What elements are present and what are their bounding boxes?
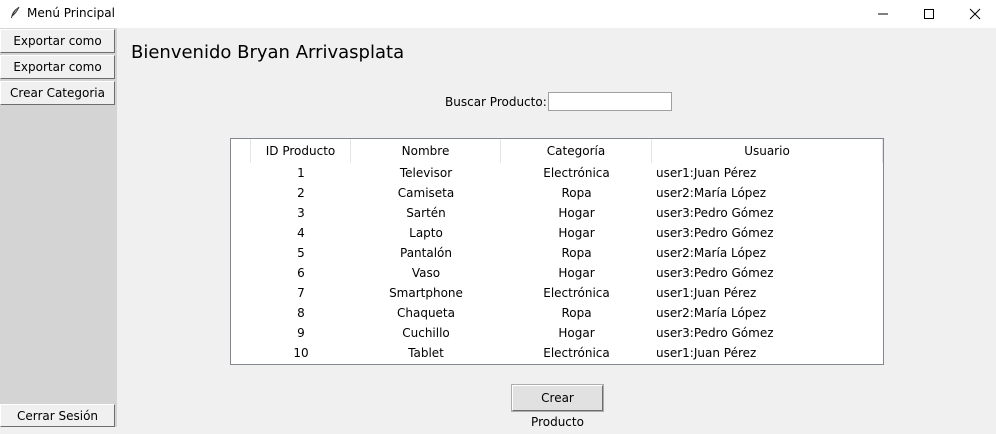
create-product-button[interactable]: Crear Producto [511, 384, 604, 429]
table-body: 1 Televisor Electrónica user1:Juan Pérez 2 Ca… [231, 163, 883, 363]
cell-user: user3:Pedro Gómez [656, 226, 774, 240]
cell-id: 1 [297, 166, 305, 180]
cell-name: Pantalón [400, 246, 452, 260]
window-title: Menú Principal [27, 6, 115, 20]
cell-id: 7 [297, 286, 305, 300]
cell-id: 8 [297, 306, 305, 320]
cell-id: 9 [297, 326, 305, 340]
cell-category: Ropa [561, 246, 592, 260]
cell-name: Sartén [406, 206, 446, 220]
maximize-icon [924, 9, 934, 19]
cell-user: user3:Pedro Gómez [656, 266, 774, 280]
column-header-name[interactable]: Nombre [351, 139, 501, 163]
cell-name: Televisor [399, 166, 453, 180]
cell-category: Electrónica [543, 166, 610, 180]
cell-user: user1:Juan Pérez [656, 346, 757, 360]
column-header-category[interactable]: Categoría [501, 139, 652, 163]
cell-user: user2:María López [656, 186, 767, 200]
cell-category: Hogar [558, 226, 595, 240]
cell-id: 4 [297, 226, 305, 240]
cell-user: user2:María López [656, 306, 767, 320]
cell-user: user1:Juan Pérez [656, 166, 757, 180]
cell-name: Cuchillo [402, 326, 450, 340]
table-row[interactable]: 5 Pantalón Ropa user2:María López [231, 243, 883, 263]
cell-id: 10 [293, 346, 309, 360]
cell-name: Chaqueta [396, 306, 455, 320]
export-pdf-button[interactable]: Exportar como PDF [0, 29, 115, 70]
cell-user: user2:María López [656, 246, 767, 260]
cell-user: user1:Juan Pérez [656, 286, 757, 300]
table-row[interactable]: 8 Chaqueta Ropa user2:María López [231, 303, 883, 323]
search-label: Buscar Producto: [445, 95, 547, 109]
table-row[interactable]: 9 Cuchillo Hogar user3:Pedro Gómez [231, 323, 883, 343]
search-input[interactable] [548, 92, 672, 111]
logout-button[interactable]: Cerrar Sesión [0, 404, 115, 427]
cell-category: Ropa [561, 186, 592, 200]
cell-category: Hogar [558, 326, 595, 340]
header-spacer [231, 139, 251, 163]
close-button[interactable] [952, 0, 996, 28]
column-header-id[interactable]: ID Producto [251, 139, 351, 163]
cell-user: user3:Pedro Gómez [656, 206, 774, 220]
cell-user: user3:Pedro Gómez [656, 326, 774, 340]
table-row[interactable]: 4 Lapto Hogar user3:Pedro Gómez [231, 223, 883, 243]
table-row[interactable]: 1 Televisor Electrónica user1:Juan Pérez [231, 163, 883, 183]
cell-name: Lapto [409, 226, 443, 240]
maximize-button[interactable] [906, 0, 952, 28]
cell-category: Hogar [558, 206, 595, 220]
table-row[interactable]: 3 Sartén Hogar user3:Pedro Gómez [231, 203, 883, 223]
cell-category: Electrónica [543, 346, 610, 360]
table-row[interactable]: 7 Smartphone Electrónica user1:Juan Pérez [231, 283, 883, 303]
sidebar: Exportar como PDF Exportar como Excel Cr… [0, 28, 117, 427]
minimize-button[interactable] [860, 0, 906, 28]
table-header: ID Producto Nombre Categoría Usuario [231, 139, 883, 163]
cell-id: 6 [297, 266, 305, 280]
cell-category: Electrónica [543, 286, 610, 300]
cell-name: Vaso [411, 266, 441, 280]
create-category-button[interactable]: Crear Categoria [0, 81, 115, 105]
cell-id: 3 [297, 206, 305, 220]
cell-name: Smartphone [389, 286, 463, 300]
feather-icon [8, 6, 22, 20]
close-icon [969, 8, 981, 20]
table-row[interactable]: 2 Camiseta Ropa user2:María López [231, 183, 883, 203]
minimize-icon [878, 13, 888, 15]
cell-name: Tablet [408, 346, 444, 360]
products-table[interactable]: ID Producto Nombre Categoría Usuario 1 Te… [230, 138, 884, 365]
cell-name: Camiseta [397, 186, 455, 200]
table-row[interactable]: 10 Tablet Electrónica user1:Juan Pérez [231, 343, 883, 363]
cell-category: Hogar [558, 266, 595, 280]
cell-category: Ropa [561, 306, 592, 320]
export-excel-button[interactable]: Exportar como Excel [0, 55, 115, 96]
welcome-heading: Bienvenido Bryan Arrivasplata [131, 42, 405, 63]
column-header-user[interactable]: Usuario [652, 139, 883, 163]
cell-id: 2 [297, 186, 305, 200]
cell-id: 5 [297, 246, 305, 260]
table-row[interactable]: 6 Vaso Hogar user3:Pedro Gómez [231, 263, 883, 283]
title-bar[interactable]: Menú Principal [0, 0, 996, 28]
